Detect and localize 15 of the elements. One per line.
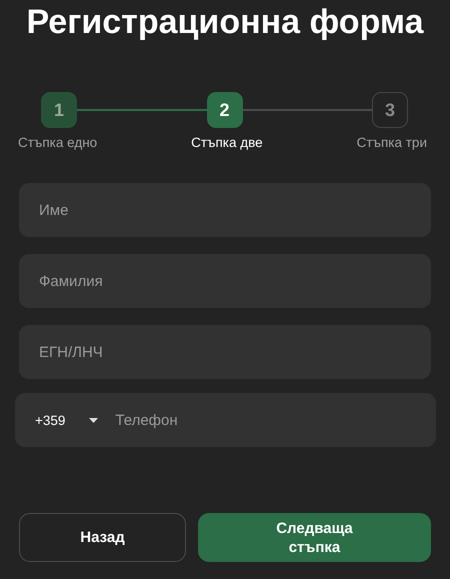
- phone-field[interactable]: +359 Телефон: [15, 393, 436, 447]
- country-code-dropdown[interactable]: +359: [15, 412, 98, 428]
- step-number: 2: [206, 92, 242, 128]
- step-label: Стъпка две: [191, 135, 263, 150]
- step-label: Стъпка три: [356, 135, 427, 150]
- caret-icon: [89, 418, 98, 422]
- form-title: Регистрационна форма: [25, 2, 425, 42]
- step-number: 3: [372, 92, 408, 128]
- input-field[interactable]: Фамилия: [19, 254, 431, 308]
- step-number: 1: [41, 92, 77, 128]
- input-field[interactable]: Име: [19, 183, 431, 237]
- next-step-button[interactable]: Следваща стъпка: [198, 513, 431, 562]
- back-button[interactable]: Назад: [19, 513, 186, 562]
- step-label: Стъпка едно: [18, 135, 98, 150]
- input-field[interactable]: ЕГН/ЛНЧ: [19, 325, 431, 379]
